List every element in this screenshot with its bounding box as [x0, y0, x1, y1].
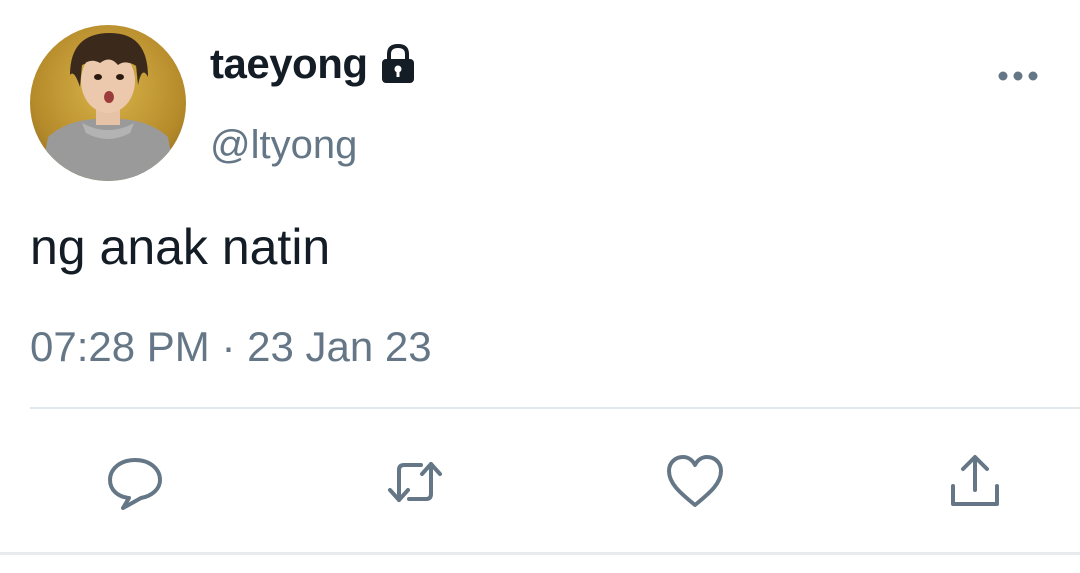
user-handle[interactable]: @ltyong — [210, 123, 357, 168]
avatar[interactable] — [30, 25, 186, 181]
retweet-icon — [388, 462, 442, 502]
more-options-icon[interactable] — [996, 64, 1040, 88]
avatar-image — [30, 25, 186, 181]
lock-icon — [378, 42, 418, 86]
like-button[interactable] — [665, 452, 725, 512]
retweet-button[interactable] — [385, 452, 445, 512]
share-upload-icon — [951, 455, 999, 506]
divider — [30, 407, 1080, 409]
bottom-divider — [0, 552, 1080, 555]
heart-icon — [667, 455, 723, 507]
tweet-timestamp[interactable]: 07:28 PM · 23 Jan 23 — [30, 323, 432, 371]
share-button[interactable] — [945, 452, 1005, 512]
tweet-text: ng anak natin — [30, 219, 331, 275]
reply-button[interactable] — [105, 452, 165, 512]
reply-bubble-icon — [108, 458, 162, 510]
display-name[interactable]: taeyong — [210, 40, 368, 88]
user-name-row: taeyong — [210, 38, 418, 90]
tweet-card: taeyong @ltyong ng anak natin 07:28 PM ·… — [0, 0, 1080, 573]
